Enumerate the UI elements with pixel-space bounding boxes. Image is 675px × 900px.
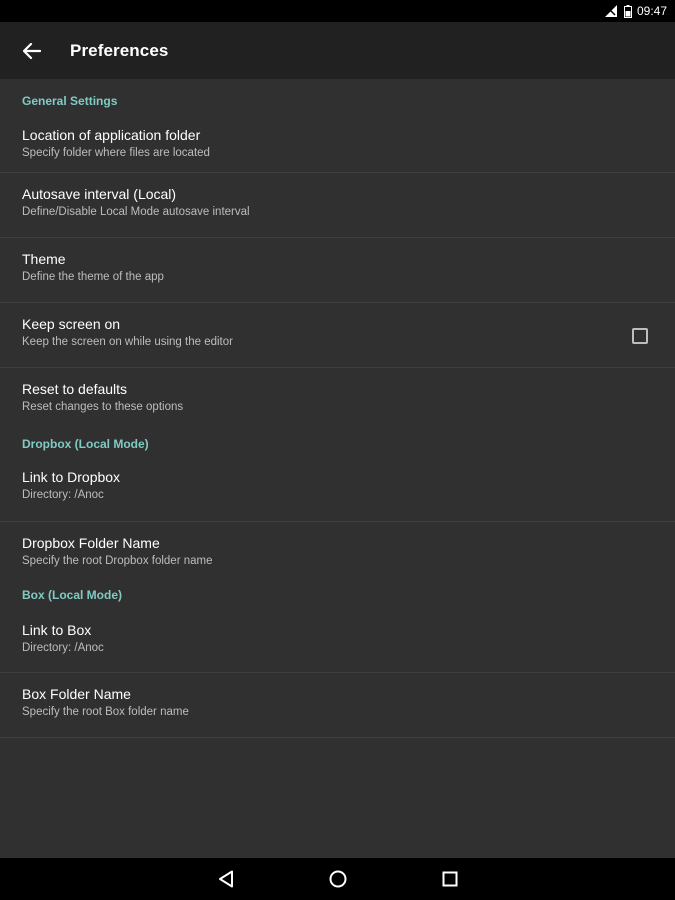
pref-link-box[interactable]: Link to Box Directory: /Anoc <box>0 618 675 673</box>
pref-summary: Specify the root Box folder name <box>22 706 189 718</box>
keep-screen-on-checkbox[interactable] <box>632 328 648 344</box>
pref-summary: Define the theme of the app <box>22 271 164 283</box>
pref-summary: Specify folder where files are located <box>22 147 210 159</box>
back-button[interactable] <box>0 22 64 79</box>
pref-title: Location of application folder <box>22 127 201 143</box>
pref-link-dropbox[interactable]: Link to Dropbox Directory: /Anoc <box>0 467 675 522</box>
category-dropbox: Dropbox (Local Mode) <box>22 437 149 451</box>
pref-summary: Keep the screen on while using the edito… <box>22 336 233 348</box>
category-box: Box (Local Mode) <box>22 588 123 602</box>
pref-box-folder-name[interactable]: Box Folder Name Specify the root Box fol… <box>0 673 675 738</box>
pref-dropbox-folder-name[interactable]: Dropbox Folder Name Specify the root Dro… <box>0 522 675 586</box>
category-general-settings: General Settings <box>22 94 118 108</box>
pref-reset-defaults[interactable]: Reset to defaults Reset changes to these… <box>0 368 675 432</box>
navigation-bar <box>0 858 675 900</box>
status-bar: 09:47 <box>0 0 675 22</box>
pref-title: Link to Dropbox <box>22 469 121 485</box>
arrow-left-icon <box>23 42 41 59</box>
pref-summary: Directory: /Anoc <box>22 489 104 501</box>
pref-title: Reset to defaults <box>22 381 128 397</box>
pref-summary: Specify the root Dropbox folder name <box>22 555 213 567</box>
pref-keep-screen-on[interactable]: Keep screen on Keep the screen on while … <box>0 303 675 368</box>
pref-app-folder-location[interactable]: Location of application folder Specify f… <box>0 121 675 173</box>
back-triangle-icon <box>218 870 233 888</box>
pref-title: Theme <box>22 251 66 267</box>
status-time: 09:47 <box>636 4 667 18</box>
pref-title: Dropbox Folder Name <box>22 535 160 551</box>
nav-back-button[interactable] <box>170 858 282 900</box>
pref-autosave-interval[interactable]: Autosave interval (Local) Define/Disable… <box>0 173 675 238</box>
home-circle-icon <box>329 870 346 888</box>
recents-square-icon <box>442 871 457 887</box>
signal-icon <box>604 5 619 17</box>
pref-title: Box Folder Name <box>22 686 131 702</box>
nav-home-button[interactable] <box>282 858 394 900</box>
battery-icon <box>623 4 632 18</box>
pref-theme[interactable]: Theme Define the theme of the app <box>0 238 675 303</box>
nav-recents-button[interactable] <box>394 858 506 900</box>
pref-title: Link to Box <box>22 622 92 638</box>
preferences-list: General Settings Location of application… <box>0 79 675 858</box>
app-bar: Preferences <box>0 22 675 79</box>
pref-title: Autosave interval (Local) <box>22 186 177 202</box>
pref-summary: Directory: /Anoc <box>22 642 104 654</box>
pref-title: Keep screen on <box>22 316 121 332</box>
pref-summary: Reset changes to these options <box>22 401 184 413</box>
page-title: Preferences <box>70 40 169 60</box>
pref-summary: Define/Disable Local Mode autosave inter… <box>22 206 250 218</box>
